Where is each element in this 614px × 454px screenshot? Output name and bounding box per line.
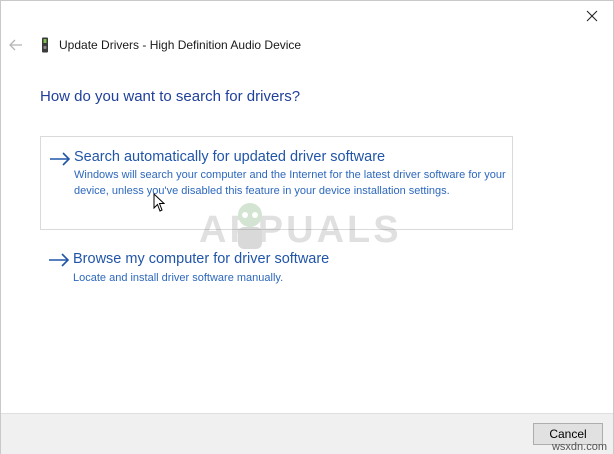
arrow-right-icon: [49, 253, 70, 267]
option-description: Windows will search your computer and th…: [74, 169, 506, 197]
audio-device-icon: [42, 37, 48, 53]
browse-computer-option[interactable]: Browse my computer for driver software L…: [40, 245, 513, 291]
dialog-header: Update Drivers - High Definition Audio D…: [1, 34, 613, 58]
dialog-footer: Cancel wsxdn.com: [1, 413, 613, 454]
option-title: Search automatically for updated driver …: [74, 149, 386, 165]
close-icon: [586, 10, 598, 22]
option-description: Locate and install driver software manua…: [73, 272, 284, 284]
page-heading: How do you want to search for drivers?: [40, 88, 301, 105]
search-automatically-option[interactable]: Search automatically for updated driver …: [40, 136, 513, 230]
back-arrow-icon: [9, 39, 22, 51]
option-title: Browse my computer for driver software: [73, 251, 330, 267]
dialog-title: Update Drivers - High Definition Audio D…: [59, 38, 302, 52]
close-button[interactable]: [577, 3, 607, 29]
back-button[interactable]: [7, 36, 25, 54]
update-drivers-dialog: Update Drivers - High Definition Audio D…: [0, 0, 614, 454]
arrow-right-icon: [50, 152, 71, 166]
site-watermark: wsxdn.com: [551, 441, 607, 453]
